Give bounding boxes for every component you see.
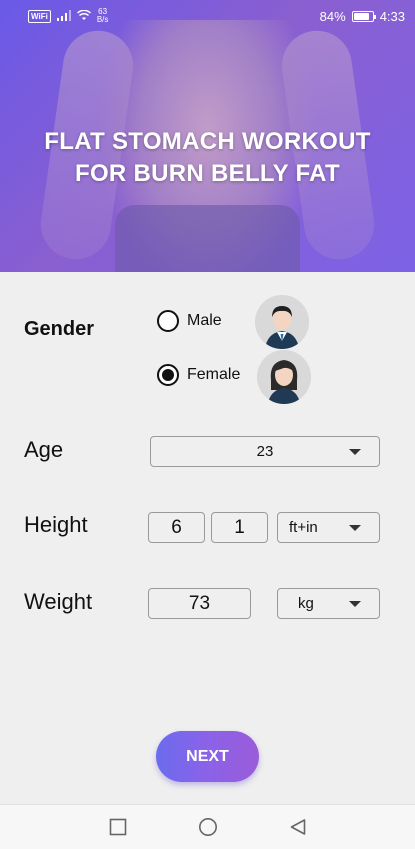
home-icon[interactable] — [198, 817, 218, 837]
age-label: Age — [24, 437, 64, 462]
next-button[interactable]: NEXT — [156, 731, 259, 782]
height-inches-value: 1 — [234, 516, 245, 538]
status-bar: WiFi 63 B/s 84% 4:33 — [0, 0, 415, 32]
hero-title-line1: FLAT STOMACH WORKOUT — [44, 128, 371, 155]
male-avatar-icon[interactable] — [255, 295, 309, 349]
male-radio[interactable] — [157, 310, 179, 332]
gender-option-female[interactable]: Female — [157, 364, 240, 386]
weight-label: Weight — [24, 589, 93, 614]
weight-unit-dropdown[interactable]: kg — [277, 588, 380, 619]
female-radio[interactable] — [157, 364, 179, 386]
chevron-down-icon — [349, 448, 361, 455]
height-unit-dropdown[interactable]: ft+in — [277, 512, 380, 543]
weight-unit-value: kg — [298, 595, 314, 612]
weight-input[interactable]: 73 — [148, 588, 251, 619]
chevron-down-icon — [349, 524, 361, 531]
system-nav-bar — [0, 804, 415, 849]
hero-banner: FLAT STOMACH WORKOUT FOR BURN BELLY FAT — [0, 0, 415, 272]
gender-label: Gender — [24, 318, 95, 340]
wifi-badge: WiFi — [28, 9, 51, 23]
age-dropdown[interactable]: 23 — [150, 436, 380, 467]
female-avatar-icon[interactable] — [257, 350, 311, 404]
signal-icon — [56, 9, 71, 24]
wifi-icon — [76, 9, 91, 24]
clock: 4:33 — [379, 8, 405, 24]
height-inches-input[interactable]: 1 — [211, 512, 268, 543]
battery-icon — [351, 10, 376, 22]
height-label: Height — [24, 512, 88, 537]
height-unit-value: ft+in — [289, 519, 318, 536]
back-icon[interactable] — [288, 817, 308, 837]
height-feet-input[interactable]: 6 — [148, 512, 205, 543]
height-feet-value: 6 — [171, 516, 182, 538]
battery-percent: 84% — [319, 8, 346, 24]
gender-option-male[interactable]: Male — [157, 310, 222, 332]
weight-value: 73 — [188, 592, 211, 614]
hero-title-line2: FOR BURN BELLY FAT — [75, 160, 340, 187]
age-value: 23 — [256, 443, 274, 460]
male-label: Male — [187, 312, 222, 329]
net-speed-unit: B/s — [96, 15, 109, 24]
net-speed: 63 B/s — [97, 8, 109, 24]
hero-image-shorts — [115, 205, 300, 272]
female-label: Female — [187, 366, 241, 383]
recent-apps-icon[interactable] — [108, 817, 128, 837]
chevron-down-icon — [349, 600, 361, 607]
hero-title: FLAT STOMACH WORKOUT FOR BURN BELLY FAT — [0, 126, 415, 190]
